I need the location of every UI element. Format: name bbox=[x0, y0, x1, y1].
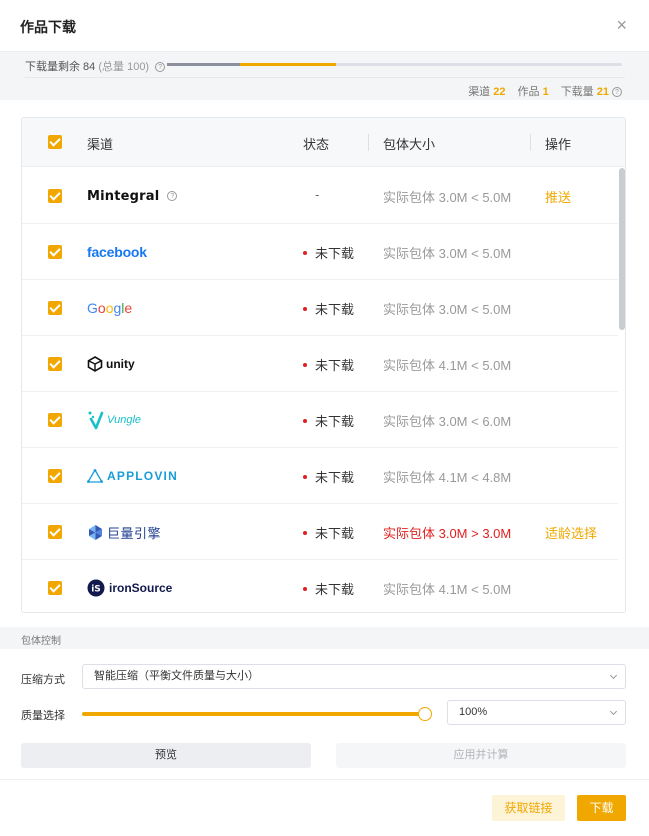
quota-remaining-label: 下载量剩余 84 bbox=[25, 61, 96, 73]
quality-label: 质量选择 bbox=[21, 710, 65, 722]
row-checkbox[interactable] bbox=[48, 525, 62, 539]
selection-stats: 渠道 22 作品 1 下载量 21? bbox=[468, 83, 622, 99]
package-control-band bbox=[0, 627, 649, 649]
status-text: 未下载 bbox=[303, 467, 354, 486]
status-dot bbox=[303, 474, 307, 479]
vungle-logo: Vungle bbox=[87, 410, 141, 430]
ocean-engine-icon bbox=[89, 524, 102, 540]
stat-channels: 渠道 22 bbox=[468, 86, 506, 98]
status-text: 未下载 bbox=[303, 523, 354, 542]
table-row: 巨量引擎 未下载 实际包体 3.0M > 3.0M 适龄选择 bbox=[22, 504, 618, 560]
header-channel: 渠道 bbox=[87, 137, 114, 152]
package-control-heading: 包体控制 bbox=[21, 636, 61, 647]
status-dot bbox=[303, 250, 307, 255]
chevron-down-icon bbox=[609, 671, 618, 680]
quota-selected-bar bbox=[240, 63, 336, 66]
status-dot bbox=[303, 362, 307, 367]
table-row: Mintegral ? - 实际包体 3.0M < 5.0M 推送 bbox=[22, 168, 618, 224]
help-icon[interactable]: ? bbox=[155, 62, 166, 73]
status-text: 未下载 bbox=[303, 299, 354, 318]
package-size: 实际包体 4.1M < 5.0M bbox=[383, 358, 512, 373]
package-size: 实际包体 3.0M < 5.0M bbox=[383, 190, 512, 205]
table-row: Google 未下载 实际包体 3.0M < 5.0M bbox=[22, 280, 618, 336]
status-text: 未下载 bbox=[303, 355, 354, 374]
status-text: 未下载 bbox=[303, 243, 354, 262]
table-row: unity 未下载 实际包体 4.1M < 5.0M bbox=[22, 336, 618, 392]
ocean-engine-logo: 巨量引擎 bbox=[87, 522, 161, 542]
status-text: 未下载 bbox=[303, 579, 354, 598]
status-dot bbox=[303, 586, 307, 591]
table-row: APPLOVIN 未下载 实际包体 4.1M < 4.8M bbox=[22, 448, 618, 504]
channel-table: 渠道 状态 包体大小 操作 Mintegral ? - 实际包体 3.0M < … bbox=[21, 117, 626, 613]
compression-select[interactable]: 智能压缩（平衡文件质量与大小） bbox=[82, 664, 626, 689]
google-logo: Google bbox=[87, 300, 133, 316]
status-text: - bbox=[315, 187, 320, 202]
facebook-logo: facebook bbox=[87, 244, 147, 260]
row-checkbox[interactable] bbox=[48, 189, 62, 203]
stat-works: 作品 1 bbox=[517, 86, 549, 98]
divider bbox=[25, 77, 625, 78]
table-scrollbar[interactable] bbox=[619, 168, 625, 330]
row-checkbox[interactable] bbox=[48, 301, 62, 315]
compression-value: 智能压缩（平衡文件质量与大小） bbox=[94, 670, 259, 682]
status-text: 未下载 bbox=[303, 411, 354, 430]
age-rating-button[interactable]: 适龄选择 bbox=[545, 523, 597, 542]
header-divider bbox=[530, 134, 531, 151]
get-link-button[interactable]: 获取链接 bbox=[492, 795, 565, 821]
quality-value: 100% bbox=[459, 706, 488, 718]
package-size: 实际包体 4.1M < 4.8M bbox=[383, 470, 512, 485]
dialog-title: 作品下载 bbox=[20, 19, 76, 35]
stat-downloads: 下载量 21? bbox=[561, 83, 622, 99]
quality-slider-track[interactable] bbox=[82, 712, 425, 716]
table-row: iS ironSource 未下载 实际包体 4.1M < 5.0M bbox=[22, 560, 618, 612]
vungle-icon bbox=[88, 411, 104, 430]
applovin-icon bbox=[87, 469, 103, 483]
status-dot bbox=[303, 306, 307, 311]
package-size-warning: 实际包体 3.0M > 3.0M bbox=[383, 526, 512, 541]
mintegral-logo: Mintegral ? bbox=[87, 186, 178, 206]
header-divider bbox=[368, 134, 369, 151]
row-checkbox[interactable] bbox=[48, 357, 62, 371]
ironsource-logo: iS ironSource bbox=[87, 578, 172, 598]
select-all-checkbox[interactable] bbox=[48, 135, 62, 149]
compression-label: 压缩方式 bbox=[21, 674, 65, 686]
quota-total: (总量 100) bbox=[98, 61, 150, 73]
header-status: 状态 bbox=[303, 137, 330, 152]
row-checkbox[interactable] bbox=[48, 469, 62, 483]
help-icon[interactable]: ? bbox=[612, 87, 622, 98]
row-checkbox[interactable] bbox=[48, 413, 62, 427]
table-row: Vungle 未下载 实际包体 3.0M < 6.0M bbox=[22, 392, 618, 448]
apply-calculate-button[interactable]: 应用并计算 bbox=[336, 743, 626, 768]
quality-slider-handle[interactable] bbox=[418, 707, 432, 721]
table-row: facebook 未下载 实际包体 3.0M < 5.0M bbox=[22, 224, 618, 280]
header-action: 操作 bbox=[545, 137, 572, 152]
package-size: 实际包体 4.1M < 5.0M bbox=[383, 582, 512, 597]
svg-text:iS: iS bbox=[91, 585, 101, 595]
help-icon[interactable]: ? bbox=[167, 191, 178, 201]
unity-icon bbox=[87, 356, 103, 372]
dialog-header: 作品下载 × bbox=[0, 0, 649, 52]
chevron-down-icon bbox=[609, 707, 618, 716]
status-dot bbox=[303, 530, 307, 535]
package-size: 实际包体 3.0M < 5.0M bbox=[383, 246, 512, 261]
quality-select[interactable]: 100% bbox=[447, 700, 626, 725]
row-checkbox[interactable] bbox=[48, 245, 62, 259]
footer-divider bbox=[0, 779, 649, 780]
table-header: 渠道 状态 包体大小 操作 bbox=[22, 118, 625, 167]
package-size: 实际包体 3.0M < 6.0M bbox=[383, 414, 512, 429]
row-checkbox[interactable] bbox=[48, 581, 62, 595]
unity-logo: unity bbox=[87, 354, 135, 374]
package-size: 实际包体 3.0M < 5.0M bbox=[383, 302, 512, 317]
push-button[interactable]: 推送 bbox=[545, 187, 571, 206]
applovin-logo: APPLOVIN bbox=[87, 466, 178, 486]
quota-used-bar bbox=[167, 63, 240, 66]
download-button[interactable]: 下载 bbox=[577, 795, 626, 821]
header-size: 包体大小 bbox=[383, 137, 436, 152]
ironsource-icon: iS bbox=[87, 579, 105, 597]
quota-remaining: 下载量剩余 84 (总量 100) ? bbox=[25, 58, 166, 74]
preview-button[interactable]: 预览 bbox=[21, 743, 311, 768]
status-dot bbox=[303, 418, 307, 423]
close-icon[interactable]: × bbox=[616, 14, 627, 36]
